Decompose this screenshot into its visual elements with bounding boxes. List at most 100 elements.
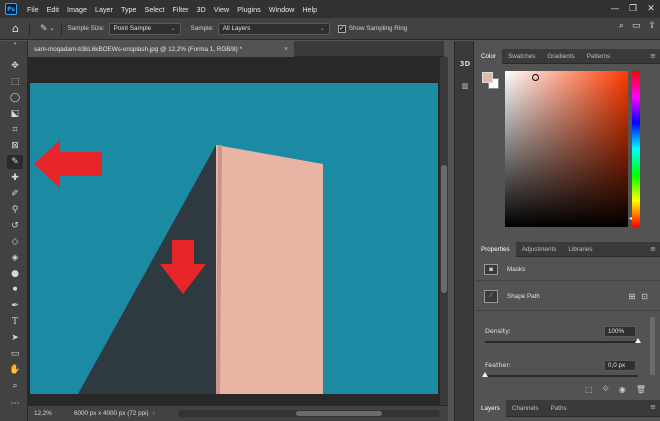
object-selection-tool-icon[interactable]: ⬕: [7, 107, 23, 121]
tab-channels[interactable]: Channels: [506, 400, 545, 417]
lasso-tool-icon[interactable]: ◯: [7, 91, 23, 105]
feather-input[interactable]: 0,0 px: [604, 360, 636, 371]
frame-tool-icon[interactable]: ⊠: [7, 139, 23, 153]
canvas-vertical-scrollbar[interactable]: [440, 57, 448, 405]
3d-panel-icon[interactable]: 3D: [458, 57, 472, 71]
dodge-tool-icon[interactable]: ⚫: [7, 283, 23, 297]
tab-color[interactable]: Color: [475, 49, 503, 64]
search-icon[interactable]: ⌕: [619, 21, 624, 31]
workspace-icon[interactable]: ▭: [632, 21, 641, 31]
close-window-button[interactable]: ✕: [642, 4, 660, 14]
tab-properties[interactable]: Properties: [475, 242, 516, 257]
panel-menu-icon[interactable]: ≡: [650, 403, 656, 411]
zoom-tool-icon[interactable]: ⌕: [7, 379, 23, 393]
close-tab-icon[interactable]: ×: [284, 46, 288, 53]
move-tool-icon[interactable]: ✥: [7, 59, 23, 73]
hue-slider-marker-icon[interactable]: ◂: [629, 215, 632, 222]
tab-layers[interactable]: Layers: [475, 400, 506, 417]
minimize-button[interactable]: —: [606, 4, 624, 14]
menu-help[interactable]: Help: [298, 5, 321, 14]
delete-mask-icon[interactable]: 🗑: [636, 385, 646, 394]
density-slider[interactable]: [485, 341, 638, 343]
clone-stamp-tool-icon[interactable]: ⚲: [7, 203, 23, 217]
healing-brush-tool-icon[interactable]: ✚: [7, 171, 23, 185]
sample-select[interactable]: All Layers ⌄: [217, 22, 330, 35]
restore-button[interactable]: ❐: [624, 4, 642, 14]
show-sampling-ring-checkbox[interactable]: ✓: [337, 24, 346, 33]
more-tools-icon[interactable]: ⋯: [7, 397, 23, 411]
path-selection-tool-icon[interactable]: ➤: [7, 331, 23, 345]
tab-swatches[interactable]: Swatches: [502, 49, 541, 64]
tools-panel: » ✥ ⬚ ◯ ⬕ ⌗ ⊠ ✎ ✚ ✐ ⚲ ↺ ◇ ◈ ● ⚫ ✒ T ➤ ▭ …: [0, 41, 28, 421]
history-brush-tool-icon[interactable]: ↺: [7, 219, 23, 233]
chevron-down-icon[interactable]: ⌄: [50, 25, 55, 32]
feather-slider[interactable]: [485, 375, 638, 377]
hand-tool-icon[interactable]: ✋: [7, 363, 23, 377]
hue-slider[interactable]: [632, 71, 640, 227]
collapsed-panels-strip: 3D ▥: [454, 41, 474, 421]
menu-layer[interactable]: Layer: [91, 5, 117, 14]
chevron-down-icon: ⌄: [170, 26, 176, 32]
menu-3d[interactable]: 3D: [193, 5, 210, 14]
canvas-horizontal-scrollbar[interactable]: [178, 410, 440, 417]
document-info[interactable]: 6000 px x 4000 px (72 ppi) ›: [62, 410, 155, 417]
toolbar-collapse-icon[interactable]: »: [7, 41, 23, 47]
menu-filter[interactable]: Filter: [169, 5, 193, 14]
type-tool-icon[interactable]: T: [7, 315, 23, 329]
feather-slider-knob[interactable]: [482, 372, 488, 377]
status-bar: 12,2% 6000 px x 4000 px (72 ppi) ›: [28, 405, 448, 421]
menu-view[interactable]: View: [210, 5, 233, 14]
tab-patterns[interactable]: Patterns: [581, 49, 616, 64]
history-panel-icon[interactable]: ▥: [458, 79, 472, 93]
color-saturation-field[interactable]: [505, 71, 628, 227]
selection-from-mask-icon[interactable]: ⬚: [585, 385, 593, 394]
pen-tool-icon[interactable]: ✒: [7, 299, 23, 313]
home-icon[interactable]: ⌂: [12, 22, 19, 35]
properties-scroll-thumb[interactable]: [650, 317, 655, 375]
show-sampling-ring-label: Show Sampling Ring: [348, 25, 408, 32]
document-image[interactable]: [30, 83, 438, 394]
panel-menu-icon[interactable]: ≡: [650, 245, 656, 253]
color-picker-marker[interactable]: [532, 74, 539, 81]
share-icon[interactable]: ⇪: [648, 21, 656, 31]
document-tab[interactable]: sam-moqadam-b3kL6kBOEWs-unsplash.jpg @ 1…: [28, 41, 294, 57]
panel-menu-icon[interactable]: ≡: [650, 52, 656, 60]
paint-bucket-tool-icon[interactable]: ◈: [7, 251, 23, 265]
foreground-color-swatch[interactable]: [482, 72, 493, 83]
horizontal-scroll-thumb[interactable]: [296, 411, 382, 416]
visibility-eye-icon[interactable]: ◉: [619, 385, 626, 394]
density-input[interactable]: 100%: [604, 326, 636, 337]
tab-libraries[interactable]: Libraries: [562, 242, 598, 257]
menu-plugins[interactable]: Plugins: [233, 5, 265, 14]
density-slider-knob[interactable]: [635, 338, 641, 343]
tab-paths[interactable]: Paths: [545, 400, 573, 417]
brush-tool-icon[interactable]: ✐: [7, 187, 23, 201]
crop-tool-icon[interactable]: ⌗: [7, 123, 23, 137]
divider: [60, 21, 62, 36]
blur-tool-icon[interactable]: ●: [7, 267, 23, 281]
eyedropper-preset-icon[interactable]: ✎: [40, 24, 48, 34]
menu-file[interactable]: File: [23, 5, 43, 14]
divider: [28, 21, 30, 36]
tab-adjustments[interactable]: Adjustments: [516, 242, 563, 257]
marquee-tool-icon[interactable]: ⬚: [7, 75, 23, 89]
vertical-scroll-thumb[interactable]: [441, 165, 447, 293]
eraser-tool-icon[interactable]: ◇: [7, 235, 23, 249]
arrow-down-annotation-icon: [160, 240, 206, 294]
menu-window[interactable]: Window: [265, 5, 299, 14]
rectangle-tool-icon[interactable]: ▭: [7, 347, 23, 361]
add-pixel-mask-icon[interactable]: ⊞: [629, 292, 636, 301]
tab-gradients[interactable]: Gradients: [541, 49, 580, 64]
menu-type[interactable]: Type: [117, 5, 141, 14]
add-vector-mask-icon[interactable]: ⊡: [641, 292, 648, 301]
menu-edit[interactable]: Edit: [43, 5, 63, 14]
menu-select[interactable]: Select: [141, 5, 169, 14]
sample-size-select[interactable]: Point Sample ⌄: [108, 22, 181, 35]
apply-mask-icon[interactable]: ⟐: [603, 384, 609, 394]
options-right-icons: ⌕ ▭ ⇪: [619, 21, 656, 31]
options-bar: ⌂ ✎ ⌄ Sample Size: Point Sample ⌄ Sample…: [0, 18, 660, 40]
zoom-level[interactable]: 12,2%: [28, 410, 62, 417]
menu-image[interactable]: Image: [63, 5, 91, 14]
vector-mask-icon[interactable]: ⟋: [484, 290, 498, 303]
eyedropper-tool-icon[interactable]: ✎: [7, 155, 23, 169]
